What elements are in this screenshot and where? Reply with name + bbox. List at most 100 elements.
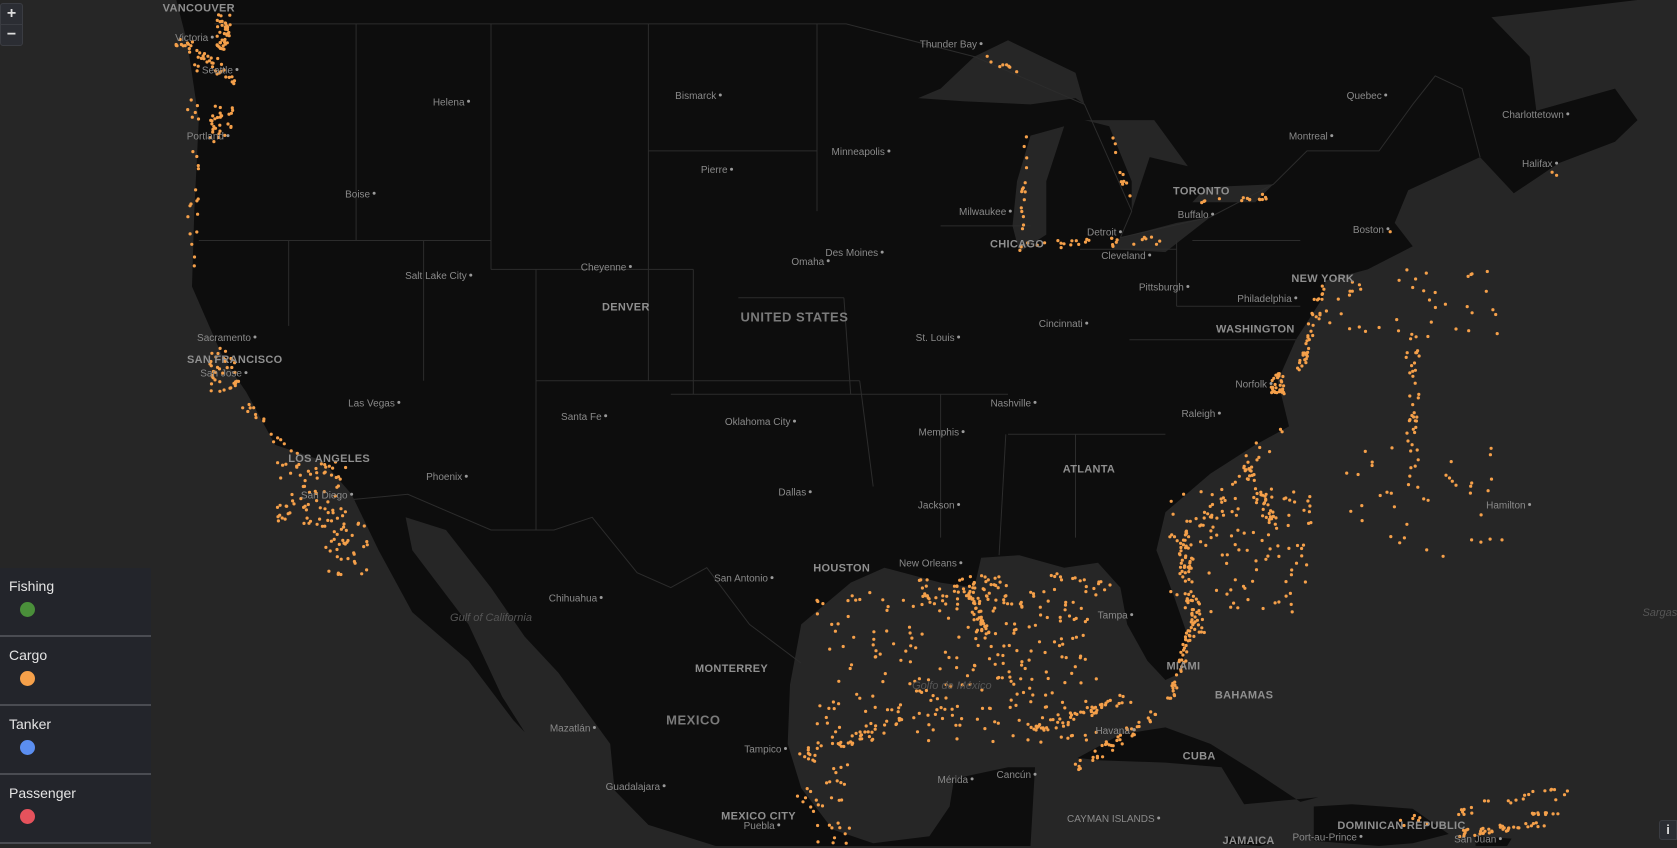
cargo-vessel-marker[interactable] <box>1202 199 1206 203</box>
cargo-vessel-marker[interactable] <box>1202 516 1206 520</box>
cargo-vessel-marker[interactable] <box>1114 150 1118 155</box>
cargo-vessel-marker[interactable] <box>1184 544 1188 548</box>
cargo-vessel-marker[interactable] <box>986 597 990 602</box>
cargo-vessel-marker[interactable] <box>188 50 192 54</box>
cargo-vessel-marker[interactable] <box>1363 449 1367 453</box>
cargo-vessel-marker[interactable] <box>1277 374 1281 378</box>
cargo-vessel-marker[interactable] <box>196 64 200 68</box>
cargo-vessel-marker[interactable] <box>195 69 199 73</box>
cargo-vessel-marker[interactable] <box>897 706 901 710</box>
cargo-vessel-marker[interactable] <box>1008 705 1012 710</box>
cargo-vessel-marker[interactable] <box>1056 713 1060 717</box>
cargo-vessel-marker[interactable] <box>1063 706 1067 710</box>
cargo-vessel-marker[interactable] <box>284 462 288 466</box>
cargo-vessel-marker[interactable] <box>253 412 258 417</box>
cargo-vessel-marker[interactable] <box>1450 479 1454 483</box>
cargo-vessel-marker[interactable] <box>1056 720 1060 724</box>
cargo-vessel-marker[interactable] <box>223 42 227 46</box>
cargo-vessel-marker[interactable] <box>1307 338 1311 342</box>
cargo-vessel-marker[interactable] <box>1046 728 1050 732</box>
cargo-vessel-marker[interactable] <box>1275 526 1279 530</box>
cargo-vessel-marker[interactable] <box>1025 156 1029 160</box>
cargo-vessel-marker[interactable] <box>958 578 962 582</box>
cargo-vessel-marker[interactable] <box>1306 334 1310 338</box>
cargo-vessel-marker[interactable] <box>1015 649 1019 653</box>
cargo-vessel-marker[interactable] <box>1225 561 1229 566</box>
cargo-vessel-marker[interactable] <box>993 720 997 724</box>
cargo-vessel-marker[interactable] <box>1186 601 1190 605</box>
cargo-vessel-marker[interactable] <box>331 508 335 512</box>
cargo-vessel-marker[interactable] <box>1406 439 1410 443</box>
cargo-vessel-marker[interactable] <box>1466 274 1470 278</box>
cargo-vessel-marker[interactable] <box>1300 554 1304 558</box>
cargo-vessel-marker[interactable] <box>283 517 287 521</box>
cargo-vessel-marker[interactable] <box>1237 548 1241 552</box>
cargo-vessel-marker[interactable] <box>839 781 843 785</box>
legend-item-passenger[interactable]: Passenger <box>0 775 151 844</box>
cargo-vessel-marker[interactable] <box>327 569 331 573</box>
cargo-vessel-marker[interactable] <box>976 596 980 600</box>
cargo-vessel-marker[interactable] <box>1267 518 1271 522</box>
cargo-vessel-marker[interactable] <box>950 707 954 711</box>
cargo-vessel-marker[interactable] <box>1153 712 1157 717</box>
cargo-vessel-marker[interactable] <box>282 442 286 446</box>
cargo-vessel-marker[interactable] <box>1521 797 1525 801</box>
cargo-vessel-marker[interactable] <box>1294 561 1299 565</box>
cargo-vessel-marker[interactable] <box>1426 498 1430 502</box>
cargo-vessel-marker[interactable] <box>831 700 836 704</box>
cargo-vessel-marker[interactable] <box>1181 642 1185 647</box>
cargo-vessel-marker[interactable] <box>996 676 1000 680</box>
cargo-vessel-marker[interactable] <box>1108 583 1112 587</box>
cargo-vessel-marker[interactable] <box>216 56 220 61</box>
cargo-vessel-marker[interactable] <box>838 826 842 830</box>
cargo-vessel-marker[interactable] <box>1191 557 1195 561</box>
cargo-vessel-marker[interactable] <box>863 730 867 734</box>
cargo-vessel-marker[interactable] <box>1523 793 1527 797</box>
cargo-vessel-marker[interactable] <box>1427 298 1432 302</box>
cargo-vessel-marker[interactable] <box>276 519 280 523</box>
cargo-vessel-marker[interactable] <box>1128 194 1132 198</box>
cargo-vessel-marker[interactable] <box>228 23 232 27</box>
cargo-vessel-marker[interactable] <box>1200 617 1204 622</box>
cargo-vessel-marker[interactable] <box>833 629 838 633</box>
cargo-vessel-marker[interactable] <box>1061 721 1065 725</box>
cargo-vessel-marker[interactable] <box>1046 599 1050 603</box>
cargo-vessel-marker[interactable] <box>854 731 858 736</box>
cargo-vessel-marker[interactable] <box>975 717 980 721</box>
cargo-vessel-marker[interactable] <box>1178 572 1182 576</box>
cargo-vessel-marker[interactable] <box>1297 368 1301 372</box>
cargo-vessel-marker[interactable] <box>1489 446 1493 450</box>
cargo-vessel-marker[interactable] <box>870 738 874 742</box>
cargo-vessel-marker[interactable] <box>1336 297 1340 301</box>
cargo-vessel-marker[interactable] <box>1245 548 1249 552</box>
cargo-vessel-marker[interactable] <box>1388 230 1392 234</box>
cargo-vessel-marker[interactable] <box>1255 458 1259 462</box>
cargo-vessel-marker[interactable] <box>1261 606 1265 611</box>
cargo-vessel-marker[interactable] <box>1063 608 1067 612</box>
cargo-vessel-marker[interactable] <box>1536 825 1540 829</box>
cargo-vessel-marker[interactable] <box>955 666 959 670</box>
cargo-vessel-marker[interactable] <box>196 55 200 59</box>
cargo-vessel-marker[interactable] <box>1197 602 1201 606</box>
cargo-vessel-marker[interactable] <box>987 657 992 661</box>
map-canvas[interactable]: VANCOUVER Victoria Seattle Portland Helena Bo… <box>0 0 1677 848</box>
cargo-vessel-marker[interactable] <box>1529 824 1533 828</box>
cargo-vessel-marker[interactable] <box>1190 618 1194 622</box>
cargo-vessel-marker[interactable] <box>1071 636 1075 641</box>
cargo-vessel-marker[interactable] <box>218 380 222 384</box>
cargo-vessel-marker[interactable] <box>345 540 349 544</box>
cargo-vessel-marker[interactable] <box>218 346 222 350</box>
cargo-vessel-marker[interactable] <box>1185 519 1189 523</box>
cargo-vessel-marker[interactable] <box>365 540 369 544</box>
cargo-vessel-marker[interactable] <box>1397 278 1401 282</box>
cargo-vessel-marker[interactable] <box>303 479 307 483</box>
cargo-vessel-marker[interactable] <box>1183 571 1187 575</box>
cargo-vessel-marker[interactable] <box>1181 653 1185 657</box>
cargo-vessel-marker[interactable] <box>1409 337 1413 341</box>
cargo-vessel-marker[interactable] <box>806 748 810 752</box>
cargo-vessel-marker[interactable] <box>1172 693 1176 697</box>
cargo-vessel-marker[interactable] <box>928 600 932 604</box>
cargo-vessel-marker[interactable] <box>335 532 339 537</box>
cargo-vessel-marker[interactable] <box>1311 333 1315 338</box>
cargo-vessel-marker[interactable] <box>1288 498 1292 502</box>
